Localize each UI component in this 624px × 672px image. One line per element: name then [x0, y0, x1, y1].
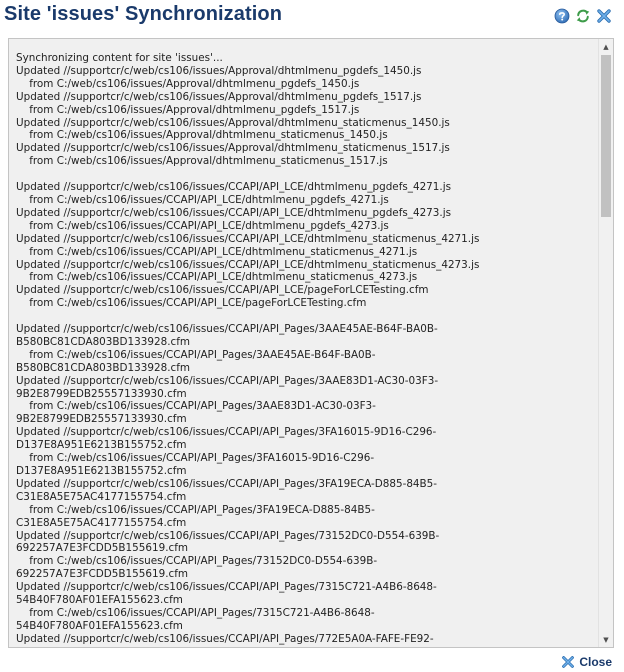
log-line: Updated //supportcr/c/web/cs106/issues/C…	[16, 284, 429, 297]
scroll-thumb[interactable]	[601, 55, 611, 217]
log-line: Updated //supportcr/c/web/cs106/issues/C…	[16, 323, 438, 336]
dialog-title: Site 'issues' Synchronization	[4, 3, 283, 25]
log-line: Updated //supportcr/c/web/cs106/issues/A…	[16, 90, 422, 103]
log-line: from C:/web/cs106/issues/CCAPI/API_LCE/d…	[16, 193, 389, 206]
log-line: 9B2E8799EDB25557133930.cfm	[16, 387, 187, 400]
close-icon[interactable]	[596, 8, 612, 24]
scroll-down-arrow[interactable]: ▼	[599, 632, 613, 647]
log-line: Updated //supportcr/c/web/cs106/issues/C…	[16, 632, 434, 645]
log-line: D137E8A951E6213B155752.cfm	[16, 465, 187, 477]
log-line: Updated //supportcr/c/web/cs106/issues/C…	[16, 258, 480, 271]
log-line: Updated //supportcr/c/web/cs106/issues/A…	[16, 116, 450, 129]
log-line: 54B40F780AF01EFA155623.cfm	[16, 619, 183, 632]
log-line: Updated //supportcr/c/web/cs106/issues/C…	[16, 477, 438, 490]
log-line: from C:/web/cs106/issues/CCAPI/API_LCE/p…	[16, 297, 367, 310]
log-line: Updated //supportcr/c/web/cs106/issues/C…	[16, 232, 480, 245]
log-line: from C:/web/cs106/issues/Approval/dhtmlm…	[16, 155, 388, 168]
log-line: from C:/web/cs106/issues/CCAPI/API_LCE/d…	[16, 245, 418, 258]
log-line: from C:/web/cs106/issues/CCAPI/API_Pages…	[16, 555, 378, 568]
sync-dialog: Site 'issues' Synchronization Synchroniz…	[0, 0, 624, 672]
log-line: 692257A7E3FCDD5B155619.cfm	[16, 568, 188, 581]
log-line: Updated //supportcr/c/web/cs106/issues/C…	[16, 529, 440, 542]
log-line: D137E8A951E6213B155752.cfm	[16, 439, 187, 452]
log-line: C31E8A5E75AC4177155754.cfm	[16, 490, 187, 503]
title-toolbar	[554, 8, 612, 24]
log-line: 9B2E8799EDB25557133930.cfm	[16, 413, 187, 426]
log-line: Updated //supportcr/c/web/cs106/issues/A…	[16, 142, 450, 155]
log-line: from C:/web/cs106/issues/CCAPI/API_Pages…	[16, 606, 375, 619]
log-line: B580BC81CDA803BD133928.cfm	[16, 335, 190, 348]
log-line: Updated //supportcr/c/web/cs106/issues/A…	[16, 64, 422, 77]
log-line: from C:/web/cs106/issues/CCAPI/API_LCE/d…	[16, 219, 389, 232]
scroll-up-arrow[interactable]: ▲	[599, 39, 613, 54]
close-icon	[562, 656, 575, 668]
log-line: C31E8A5E75AC4177155754.cfm	[16, 516, 187, 529]
log-line: from C:/web/cs106/issues/CCAPI/API_Pages…	[16, 503, 375, 516]
vertical-scrollbar[interactable]: ▲ ▼	[598, 39, 613, 647]
log-line: 54B40F780AF01EFA155623.cfm	[16, 594, 183, 607]
log-line: Updated //supportcr/c/web/cs106/issues/C…	[16, 426, 437, 439]
log-line: Updated //supportcr/c/web/cs106/issues/C…	[16, 374, 439, 387]
log-line: from C:/web/cs106/issues/CCAPI/API_Pages…	[16, 348, 376, 361]
log-line: from C:/web/cs106/issues/Approval/dhtmlm…	[16, 77, 360, 90]
log-line: from C:/web/cs106/issues/Approval/dhtmlm…	[16, 103, 360, 116]
log-line: Updated //supportcr/c/web/cs106/issues/C…	[16, 581, 437, 594]
log-line: B580BC81CDA803BD133928.cfm	[16, 361, 190, 374]
log-line: Synchronizing content for site 'issues'.…	[16, 52, 223, 64]
log-line: from C:/web/cs106/issues/CCAPI/API_LCE/d…	[16, 271, 418, 284]
close-button[interactable]: Close	[561, 655, 612, 669]
refresh-icon[interactable]	[575, 8, 591, 24]
close-button-label: Close	[579, 655, 612, 669]
log-line: from C:/web/cs106/issues/CCAPI/API_Pages…	[16, 400, 376, 413]
log-line: 692257A7E3FCDD5B155619.cfm	[16, 542, 188, 555]
log-line: from C:/web/cs106/issues/Approval/dhtmlm…	[16, 129, 388, 142]
help-icon[interactable]	[554, 8, 570, 24]
log-line: from C:/web/cs106/issues/CCAPI/API_Pages…	[16, 452, 375, 465]
sync-log-text: Synchronizing content for site 'issues'.…	[16, 52, 592, 646]
sync-log-panel[interactable]: Synchronizing content for site 'issues'.…	[8, 38, 614, 648]
log-line: Updated //supportcr/c/web/cs106/issues/C…	[16, 181, 452, 194]
log-line: Updated //supportcr/c/web/cs106/issues/C…	[16, 206, 452, 219]
